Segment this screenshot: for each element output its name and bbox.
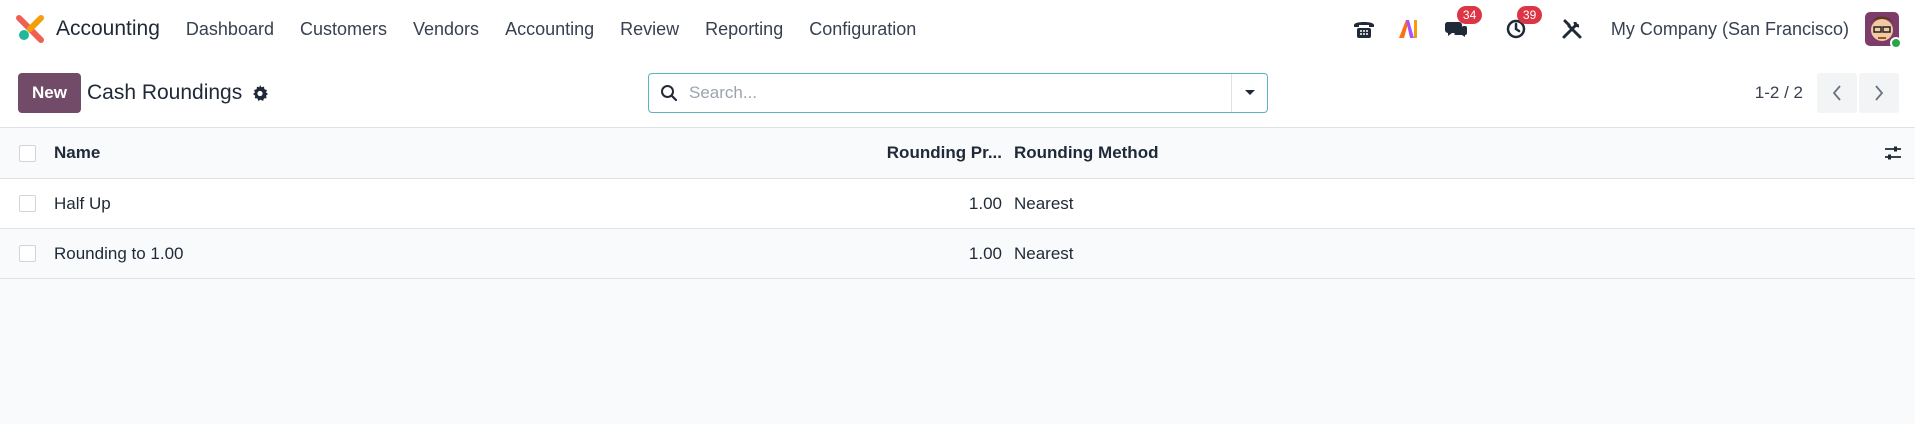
- column-header-name[interactable]: Name: [54, 143, 874, 163]
- messages-badge: 34: [1456, 6, 1483, 24]
- chevron-right-icon: [1875, 85, 1884, 101]
- search-options-toggle[interactable]: [1231, 74, 1267, 112]
- pager-previous-button[interactable]: [1817, 73, 1857, 113]
- table-row[interactable]: Half Up 1.00 Nearest: [0, 179, 1915, 229]
- activities-badge: 39: [1516, 6, 1543, 24]
- menu-item-dashboard[interactable]: Dashboard: [186, 19, 274, 40]
- gear-icon[interactable]: [252, 84, 269, 101]
- top-navbar: Accounting Dashboard Customers Vendors A…: [0, 0, 1915, 58]
- online-status-indicator: [1890, 37, 1902, 49]
- sliders-icon: [1885, 146, 1901, 160]
- select-all-checkbox[interactable]: [18, 144, 36, 162]
- menu-item-configuration[interactable]: Configuration: [809, 19, 916, 40]
- row-checkbox[interactable]: [18, 245, 36, 262]
- cell-method[interactable]: Nearest: [1002, 244, 1871, 264]
- row-select-cell: [0, 245, 54, 262]
- cell-precision[interactable]: 1.00: [874, 194, 1002, 214]
- phone-icon[interactable]: [1351, 16, 1377, 42]
- messages-icon[interactable]: 34: [1443, 6, 1483, 42]
- menu-item-vendors[interactable]: Vendors: [413, 19, 479, 40]
- select-all-cell: [0, 144, 54, 162]
- table-row[interactable]: Rounding to 1.00 1.00 Nearest: [0, 229, 1915, 279]
- menu-item-review[interactable]: Review: [620, 19, 679, 40]
- new-button[interactable]: New: [18, 72, 81, 113]
- user-avatar[interactable]: [1865, 12, 1902, 49]
- pager: 1-2 / 2: [1755, 73, 1899, 113]
- activities-icon[interactable]: 39: [1503, 6, 1543, 42]
- tools-icon[interactable]: [1559, 16, 1585, 42]
- menu-item-accounting[interactable]: Accounting: [505, 19, 594, 40]
- list-view: Name Rounding Pr... Rounding Method Half…: [0, 128, 1915, 279]
- app-name: Accounting: [56, 17, 160, 40]
- menu-item-customers[interactable]: Customers: [300, 19, 387, 40]
- app-brand[interactable]: Accounting: [16, 15, 160, 43]
- optional-columns-toggle[interactable]: [1871, 145, 1915, 161]
- ai-icon[interactable]: [1395, 16, 1421, 42]
- company-switcher[interactable]: My Company (San Francisco): [1611, 19, 1849, 40]
- page-title: Cash Roundings: [86, 80, 243, 104]
- systray: 34 39 My Company (San Francisco): [1351, 0, 1902, 58]
- cell-name[interactable]: Rounding to 1.00: [54, 244, 874, 264]
- row-select-cell: [0, 195, 54, 212]
- row-checkbox[interactable]: [18, 195, 36, 212]
- control-panel: New Cash Roundings 1-2 / 2: [0, 58, 1915, 128]
- cell-precision[interactable]: 1.00: [874, 244, 1002, 264]
- cell-name[interactable]: Half Up: [54, 194, 874, 214]
- column-header-method[interactable]: Rounding Method: [1002, 143, 1871, 163]
- chevron-left-icon: [1832, 85, 1841, 101]
- menu-item-reporting[interactable]: Reporting: [705, 19, 783, 40]
- caret-down-icon: [1244, 90, 1255, 95]
- search-bar: [648, 73, 1268, 113]
- column-header-precision[interactable]: Rounding Pr...: [874, 143, 1002, 163]
- main-menu: Dashboard Customers Vendors Accounting R…: [186, 19, 942, 40]
- pager-next-button[interactable]: [1859, 73, 1899, 113]
- search-icon: [649, 84, 689, 102]
- search-input[interactable]: [689, 74, 1231, 112]
- pager-value[interactable]: 1-2 / 2: [1755, 83, 1803, 103]
- accounting-app-icon: [16, 15, 44, 43]
- cell-method[interactable]: Nearest: [1002, 194, 1871, 214]
- table-header: Name Rounding Pr... Rounding Method: [0, 128, 1915, 179]
